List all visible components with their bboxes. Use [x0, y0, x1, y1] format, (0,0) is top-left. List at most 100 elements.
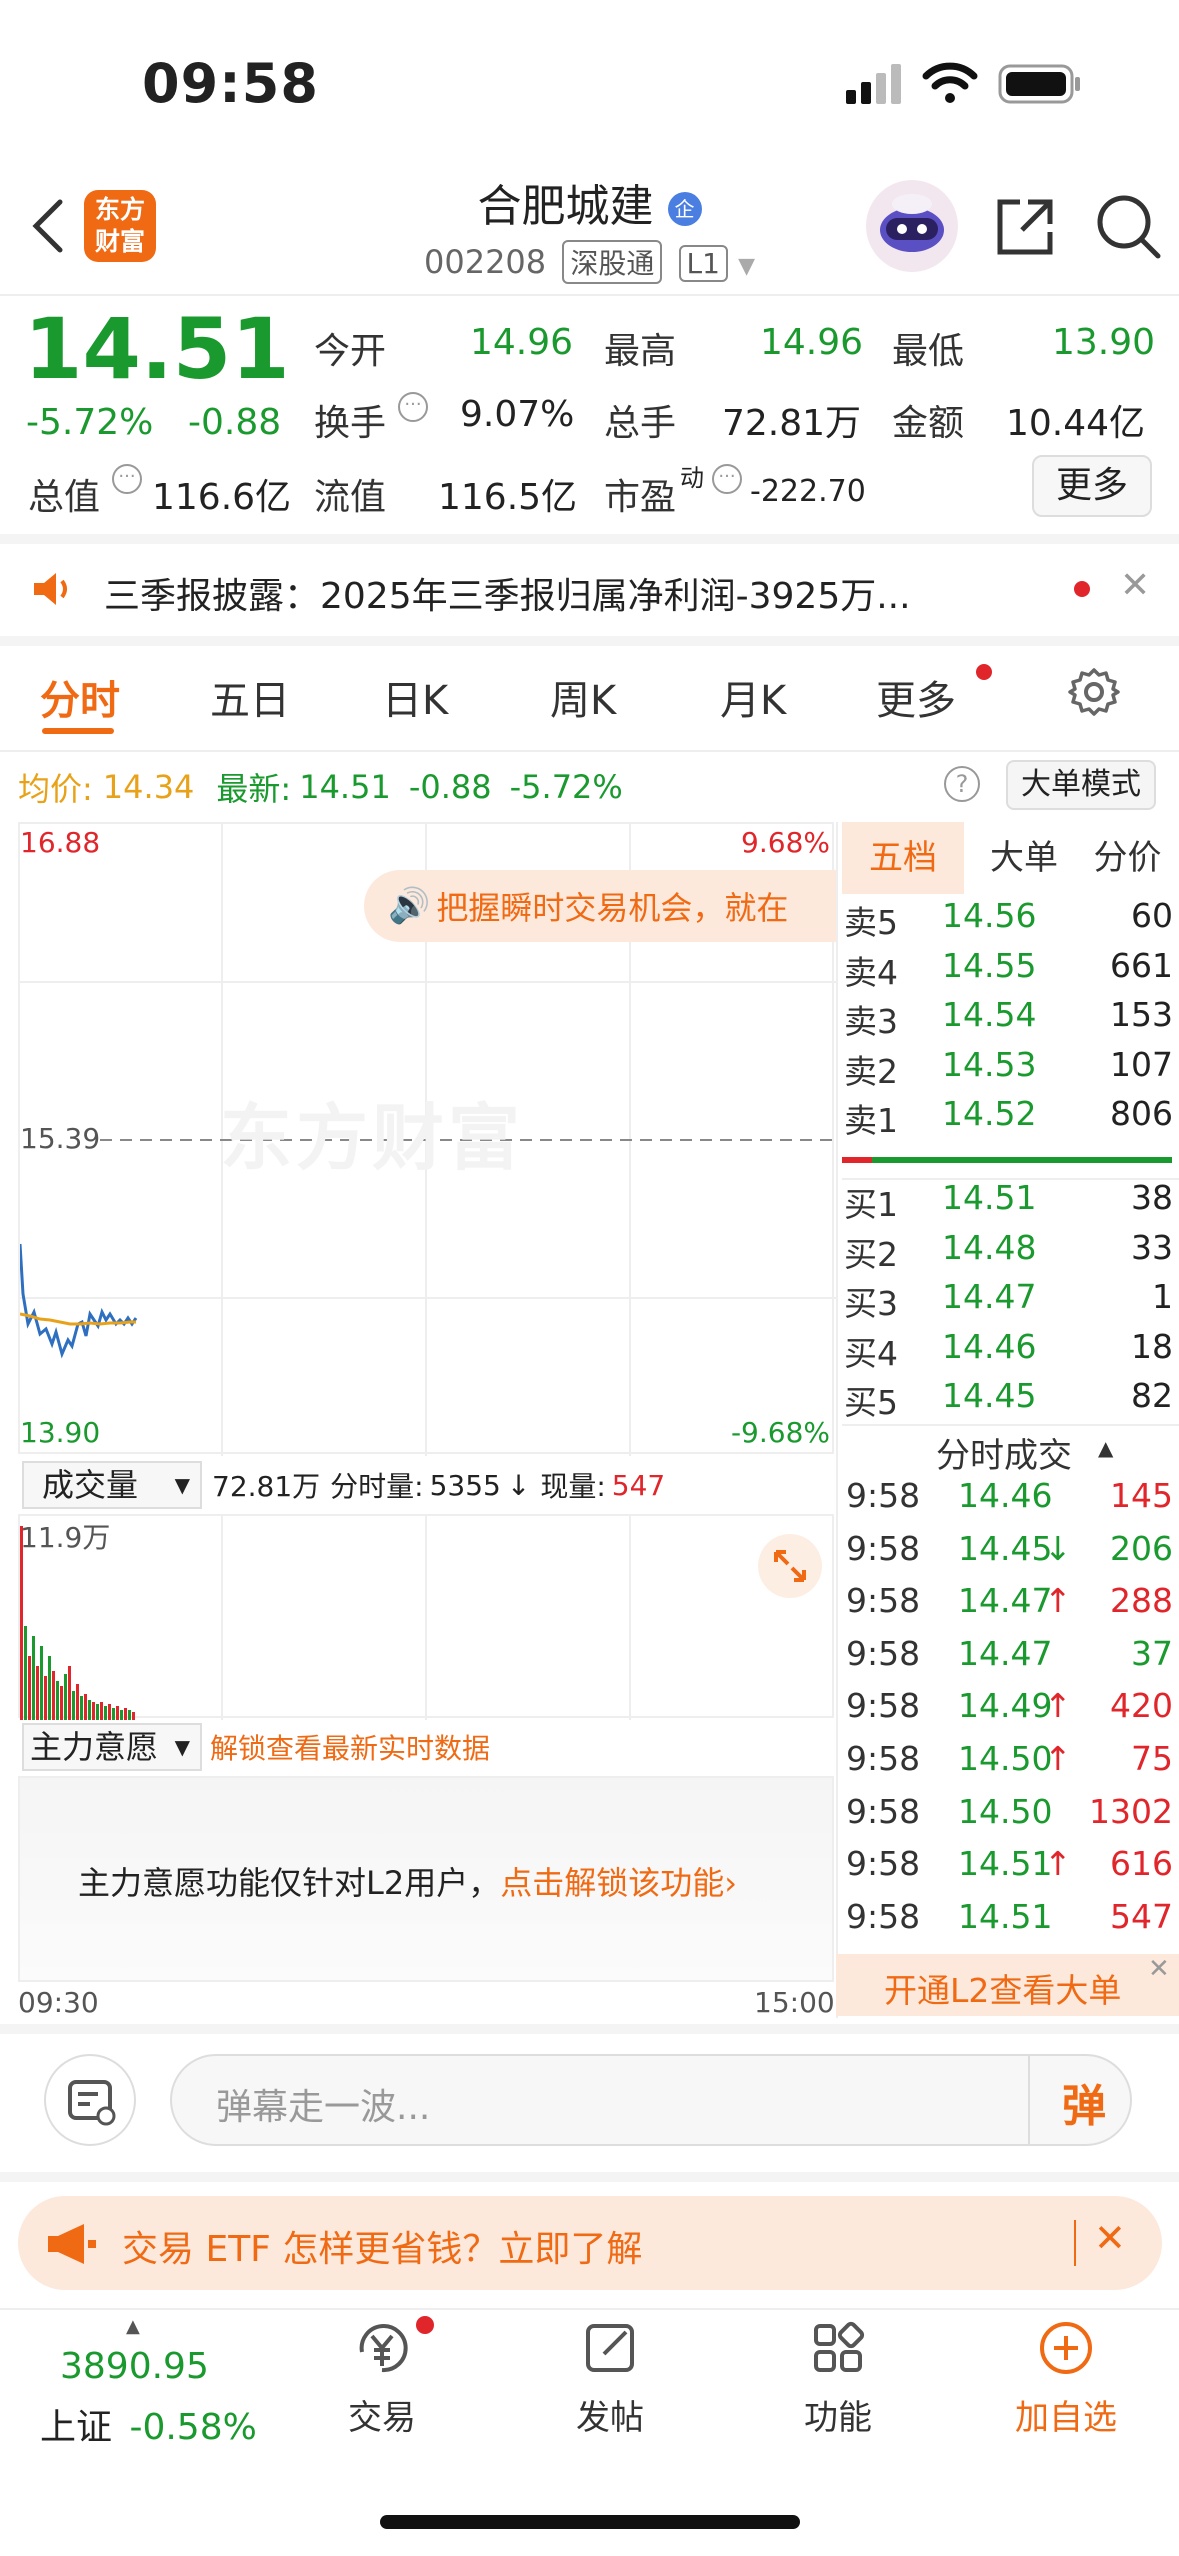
promo-banner[interactable]: 🔊 把握瞬时交易机会，就在 [364, 870, 836, 942]
unlock-feature-link[interactable]: 点击解锁该功能 [500, 1864, 724, 1902]
tick-volume: 616 [1110, 1844, 1173, 1884]
level-volume: 661 [1110, 945, 1173, 985]
amount-label: 金额 [892, 403, 965, 444]
danmaku-list-button[interactable] [44, 2054, 136, 2146]
nav-post-label: 发帖 [576, 2398, 644, 2438]
chart-mid-price: 15.39 [20, 1122, 101, 1155]
caret-up-icon[interactable]: ▲ [1098, 1436, 1113, 1460]
current-volume-label: 现量: [540, 1470, 606, 1503]
nav-add-watchlist[interactable]: 加自选 [996, 2316, 1136, 2446]
l2-banner[interactable]: 开通L2查看大单 ✕ [836, 1954, 1179, 2016]
ask-row[interactable]: 卖2 14.53 107 [842, 1045, 1179, 1093]
open-label: 今开 [314, 331, 387, 372]
edit-icon [586, 2324, 634, 2372]
nav-function[interactable]: 功能 [768, 2316, 908, 2446]
main-force-notice: 主力意愿功能仅针对L2用户，点击解锁该功能› [78, 1858, 737, 1904]
level-volume: 60 [1131, 896, 1173, 935]
ask-row[interactable]: 卖5 14.56 60 [842, 896, 1179, 944]
tab-five-levels[interactable]: 五档 [842, 822, 964, 894]
add-circle-icon [1040, 2322, 1092, 2374]
tick-price: 14.49 [958, 1686, 1053, 1726]
tick-row: 9:58 14.51 ↑ 616 [842, 1844, 1179, 1892]
level-price: 14.45 [942, 1376, 1037, 1415]
tab-five-day[interactable]: 五日 [210, 668, 290, 726]
info-icon[interactable]: ··· [712, 464, 742, 494]
nav-add-watchlist-label: 加自选 [1015, 2398, 1117, 2438]
tick-time: 9:58 [846, 1791, 921, 1831]
send-danmaku-button[interactable]: 弹 [1062, 2070, 1106, 2134]
ask-row[interactable]: 卖4 14.55 661 [842, 946, 1179, 994]
unread-dot [976, 664, 992, 680]
level-label: 卖4 [844, 952, 898, 992]
unread-dot [1074, 581, 1090, 597]
info-icon[interactable]: ··· [112, 464, 142, 494]
search-icon[interactable] [1094, 192, 1162, 264]
more-button[interactable]: 更多 [1032, 455, 1152, 517]
ask-row[interactable]: 卖1 14.52 806 [842, 1094, 1179, 1142]
nav-trade[interactable]: 交易 [312, 2316, 452, 2446]
level-label: 卖3 [844, 1002, 898, 1041]
tick-price: 14.50 [958, 1739, 1053, 1778]
bid-row[interactable]: 买1 14.51 38 [842, 1178, 1179, 1226]
chart-top-price: 16.88 [20, 826, 101, 859]
robot-avatar[interactable] [866, 180, 958, 272]
unlock-link[interactable]: 解锁查看最新实时数据 [210, 1727, 490, 1767]
tick-time: 9:58 [846, 1633, 921, 1673]
divider [1028, 2056, 1030, 2144]
close-icon[interactable]: ✕ [1094, 2216, 1126, 2260]
watermark: 东方财富 [220, 1096, 525, 1180]
ticks-title: 分时成交 [936, 1436, 1072, 1476]
bid-row[interactable]: 买5 14.45 82 [842, 1376, 1179, 1424]
tick-volume: 206 [1110, 1528, 1173, 1568]
enterprise-badge: 企 [667, 192, 702, 226]
bid-row[interactable]: 买3 14.47 1 [842, 1277, 1179, 1325]
tick-price: 14.47 [958, 1581, 1053, 1621]
divider [0, 294, 1179, 296]
end-time: 15:00 [754, 1986, 835, 2019]
etf-banner[interactable]: 交易 ETF 怎样更省钱？立即了解 ✕ [18, 2196, 1162, 2290]
settings-icon[interactable] [1068, 666, 1120, 722]
tab-more[interactable]: 更多 [876, 668, 956, 726]
close-icon[interactable]: ✕ [1120, 565, 1150, 606]
tab-big-orders[interactable]: 大单 [974, 822, 1074, 894]
change-value: -0.88 [188, 402, 282, 443]
divider [0, 534, 1179, 544]
bid-row[interactable]: 买2 14.48 33 [842, 1228, 1179, 1276]
tab-daily-k[interactable]: 日K [382, 668, 448, 726]
news-text: 三季报披露：2025年三季报归属净利润-3925万... [104, 576, 911, 617]
tab-monthly-k[interactable]: 月K [720, 668, 786, 726]
tick-time: 9:58 [846, 1739, 921, 1778]
intraday-chart[interactable]: 东方财富 16.88 9.68% 15.39 13.90 -9.68% 🔊 把握… [18, 822, 836, 1456]
help-icon[interactable]: ? [944, 766, 980, 802]
ask-row[interactable]: 卖3 14.54 153 [842, 995, 1179, 1043]
tick-time: 9:58 [846, 1896, 921, 1936]
chart-bottom-price: 13.90 [20, 1416, 101, 1449]
tab-intraday[interactable]: 分时 [40, 668, 120, 726]
tab-price-dist[interactable]: 分价 [1074, 822, 1179, 894]
index-ticker[interactable]: ▲ 3890.95 上证 -0.58% [20, 2316, 280, 2448]
level-volume: 82 [1131, 1376, 1173, 1415]
volume-select[interactable]: 成交量 ▼ [22, 1461, 202, 1509]
latest-change: -0.88 [408, 768, 492, 806]
level-volume: 153 [1110, 995, 1173, 1034]
index-change: -0.58% [129, 2407, 257, 2448]
level-label: 卖1 [844, 1101, 898, 1140]
avg-value: 14.34 [102, 768, 195, 806]
bid-row[interactable]: 买4 14.46 18 [842, 1327, 1179, 1375]
tab-weekly-k[interactable]: 周K [550, 668, 616, 726]
main-force-select[interactable]: 主力意愿 ▼ [22, 1723, 202, 1771]
info-icon[interactable]: ··· [398, 392, 428, 422]
share-icon[interactable] [992, 194, 1058, 264]
close-icon[interactable]: ✕ [1148, 1954, 1170, 1984]
news-banner[interactable]: 三季报披露：2025年三季报归属净利润-3925万... ✕ [0, 545, 1179, 635]
tick-row: 9:58 14.50 1302 [842, 1792, 1179, 1840]
tick-volume: 420 [1110, 1686, 1173, 1726]
volume-chart[interactable]: 11.9万 [18, 1514, 834, 1720]
expand-icon[interactable] [758, 1534, 822, 1598]
nav-post[interactable]: 发帖 [540, 2316, 680, 2446]
danmaku-input[interactable]: 弹幕走一波... 弹 [170, 2054, 1132, 2146]
mktcap-label: 总值 [28, 477, 101, 518]
dropdown-icon[interactable]: ▼ [738, 254, 755, 279]
big-order-mode-button[interactable]: 大单模式 [1006, 760, 1156, 810]
yuan-cycle-icon [359, 2324, 408, 2373]
